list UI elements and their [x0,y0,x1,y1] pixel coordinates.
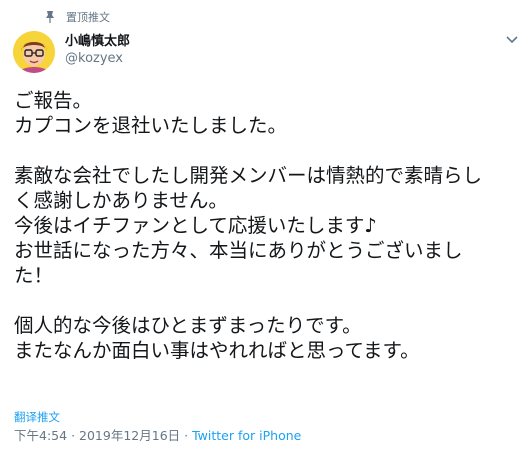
tweet-line: カプコンを退社いたしました。 [14,114,288,137]
tweet-line: く感謝しかありません。 [14,189,228,212]
meta-separator: · [71,428,76,443]
user-info[interactable]: 小嶋慎太郎 @kozyex [65,34,130,68]
tweet-line: 素敵な会社でしたし開発メンバーは情熱的で素晴らし [14,164,483,187]
tweet-line [14,288,519,313]
display-name[interactable]: 小嶋慎太郎 [65,34,130,50]
pinned-indicator: 置顶推文 [44,9,110,25]
chevron-down-icon[interactable] [506,36,518,44]
user-handle[interactable]: @kozyex [65,50,130,68]
tweet-line: 今後はイチファンとして応援いたします♪ [14,214,377,237]
tweet-line: お世話になった方々、本当にありがとうございまし [14,239,463,262]
pin-icon [46,11,54,23]
meta-separator: · [184,428,189,443]
tweet-line: 個人的な今後はひとまずまったりです。 [14,314,362,337]
tweet-time[interactable]: 下午4:54 [14,428,67,443]
tweet-card: 置顶推文 小嶋慎太郎 @kozyex ご報告。 カプコンを退社いたしました。 素… [0,0,530,449]
tweet-date[interactable]: 2019年12月16日 [79,428,180,443]
tweet-line: た！ [14,264,54,287]
tweet-source-link[interactable]: Twitter for iPhone [192,428,301,443]
tweet-line [14,138,519,163]
translate-tweet-link[interactable]: 翻译推文 [14,409,60,425]
avatar-illustration [13,31,55,73]
pinned-label: 置顶推文 [66,11,110,24]
avatar[interactable] [13,31,55,73]
tweet-line: またなんか面白い事はやれればと思ってます。 [14,339,420,362]
tweet-line: ご報告。 [14,89,93,112]
tweet-text: ご報告。 カプコンを退社いたしました。 素敵な会社でしたし開発メンバーは情熱的で… [14,88,519,363]
tweet-metadata: 下午4:54 · 2019年12月16日 · Twitter for iPhon… [14,425,301,444]
